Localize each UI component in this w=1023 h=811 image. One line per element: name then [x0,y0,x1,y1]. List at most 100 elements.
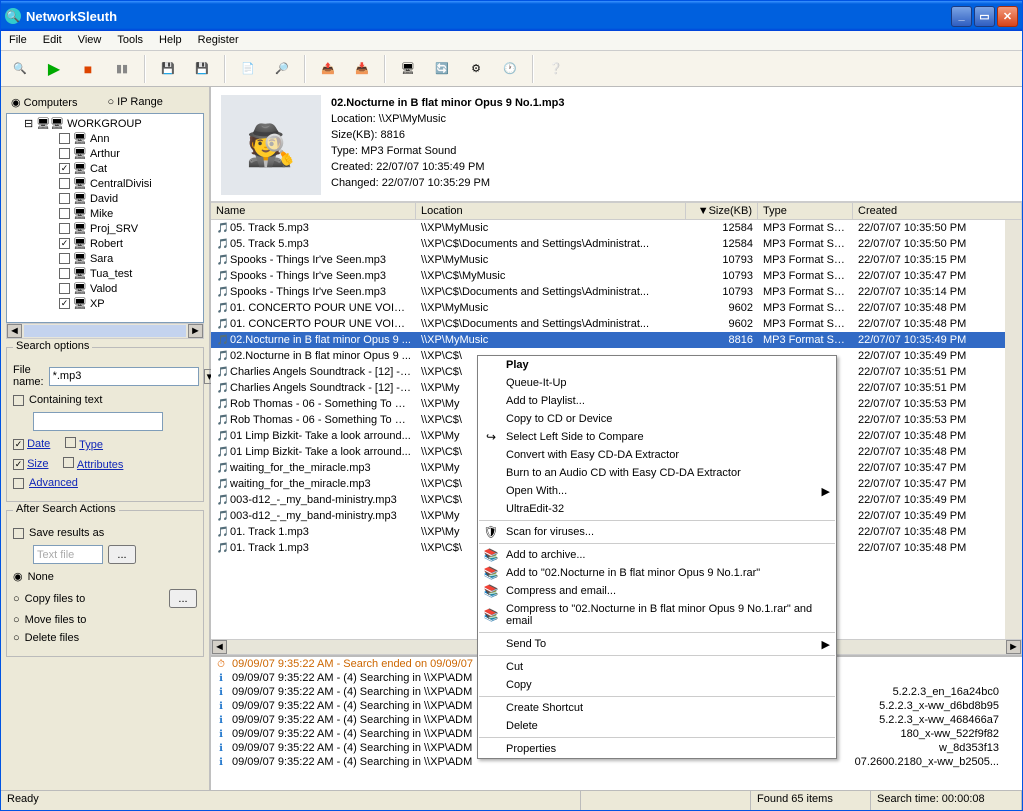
context-item[interactable]: 📚Add to archive... [478,546,836,564]
menu-help[interactable]: Help [151,31,190,50]
tree-item[interactable]: 🖥 Arthur [9,146,201,161]
search-icon[interactable]: 🔍 [6,55,34,83]
context-item[interactable]: 🛡Scan for viruses... [478,523,836,541]
tree-root[interactable]: WORKGROUP [67,118,142,130]
attributes-checkbox[interactable] [63,457,74,468]
context-item[interactable]: 📚Add to "02.Nocturne in B flat minor Opu… [478,564,836,582]
document-icon[interactable]: 📄 [234,55,262,83]
context-item[interactable]: ↪Select Left Side to Compare [478,428,836,446]
date-checkbox[interactable]: ✓ [13,439,24,450]
context-item[interactable]: Create Shortcut [478,699,836,717]
import-icon[interactable]: 📥 [348,55,376,83]
menu-view[interactable]: View [70,31,110,50]
col-location[interactable]: Location [416,203,686,219]
advanced-checkbox[interactable] [13,478,24,489]
containing-input[interactable] [33,412,163,431]
save-results-checkbox[interactable] [13,528,24,539]
size-checkbox[interactable]: ✓ [13,459,24,470]
table-row[interactable]: 🎵01. CONCERTO POUR UNE VOIX.mp3\\XP\MyMu… [211,300,1022,316]
save-report-icon[interactable]: 💾 [188,55,216,83]
context-item[interactable]: Play [478,356,836,374]
context-item[interactable]: UltraEdit-32 [478,500,836,518]
tree-item[interactable]: ✓ 🖥 Cat [9,161,201,176]
browse-copy-button[interactable]: ... [169,589,197,608]
tree-item[interactable]: 🖥 Tua_test [9,266,201,281]
radio-move[interactable]: ○ [13,614,20,626]
table-row[interactable]: 🎵05. Track 5.mp3\\XP\MyMusic12584MP3 For… [211,220,1022,236]
context-item[interactable]: Delete [478,717,836,735]
list-vscroll[interactable] [1005,220,1022,639]
close-button[interactable]: ✕ [997,6,1018,27]
table-row[interactable]: 🎵05. Track 5.mp3\\XP\C$\Documents and Se… [211,236,1022,252]
search-options-title: Search options [13,340,92,352]
context-item[interactable]: Open With...▶ [478,482,836,500]
status-found: Found 65 items [751,791,871,810]
menu-edit[interactable]: Edit [35,31,70,50]
type-link[interactable]: Type [79,439,103,451]
radio-none[interactable]: ◉ [13,570,23,583]
radio-iprange[interactable]: ○ IP Range [107,96,162,109]
col-type[interactable]: Type [758,203,853,219]
type-checkbox[interactable] [65,437,76,448]
table-row[interactable]: 🎵Spooks - Things Ir've Seen.mp3\\XP\C$\D… [211,284,1022,300]
toolbar: 🔍 ▶ ■ ▮▮ 💾 💾 📄 🔎 📤 📥 🖥 🔄 ⚙ 🕐 ❔ [1,51,1022,87]
tree-item[interactable]: 🖥 CentralDivisi [9,176,201,191]
attributes-link[interactable]: Attributes [77,459,123,471]
radio-copy[interactable]: ○ [13,593,20,605]
tree-item[interactable]: 🖥 Mike [9,206,201,221]
tree-item[interactable]: ✓ 🖥 XP [9,296,201,311]
menu-file[interactable]: File [1,31,35,50]
context-item[interactable]: 📚Compress and email... [478,582,836,600]
export-icon[interactable]: 📤 [314,55,342,83]
servers-icon[interactable]: 🖥 [394,55,422,83]
tree-hscroll[interactable]: ◄► [6,323,204,339]
tree-item[interactable]: 🖥 Valod [9,281,201,296]
maximize-button[interactable]: ▭ [974,6,995,27]
menu-register[interactable]: Register [190,31,247,50]
minimize-button[interactable]: _ [951,6,972,27]
col-name[interactable]: Name [211,203,416,219]
radio-delete[interactable]: ○ [13,632,20,644]
context-item[interactable]: Send To▶ [478,635,836,653]
save-format-select [33,545,103,564]
browse-button[interactable]: ... [108,545,136,564]
containing-checkbox[interactable] [13,395,24,406]
menu-tools[interactable]: Tools [109,31,151,50]
settings-icon[interactable]: ⚙ [462,55,490,83]
col-created[interactable]: Created [853,203,1022,219]
size-link[interactable]: Size [27,458,48,470]
context-item[interactable]: Convert with Easy CD-DA Extractor [478,446,836,464]
context-item[interactable]: Properties [478,740,836,758]
tree-item[interactable]: 🖥 Sara [9,251,201,266]
context-item[interactable]: 📚Compress to "02.Nocturne in B flat mino… [478,600,836,630]
detail-filename: 02.Nocturne in B flat minor Opus 9 No.1.… [331,97,564,109]
table-row[interactable]: 🎵02.Nocturne in B flat minor Opus 9 ...\… [211,332,1022,348]
play-icon[interactable]: ▶ [40,55,68,83]
date-link[interactable]: Date [27,438,50,450]
col-size[interactable]: ▼ Size(KB) [686,203,758,219]
context-item[interactable]: Cut [478,658,836,676]
schedule-icon[interactable]: 🕐 [496,55,524,83]
context-item[interactable]: Copy [478,676,836,694]
tree-item[interactable]: 🖥 Proj_SRV [9,221,201,236]
table-row[interactable]: 🎵01. CONCERTO POUR UNE VOIX.mp3\\XP\C$\D… [211,316,1022,332]
help-icon[interactable]: ❔ [542,55,570,83]
context-item[interactable]: Copy to CD or Device [478,410,836,428]
filename-input[interactable] [49,367,199,386]
context-item[interactable]: Queue-It-Up [478,374,836,392]
context-item[interactable]: Add to Playlist... [478,392,836,410]
tree-item[interactable]: ✓ 🖥 Robert [9,236,201,251]
computers-tree[interactable]: ⊟ 🖥🖥 WORKGROUP 🖥 Ann 🖥 Arthur✓ 🖥 Cat 🖥 C… [6,113,204,323]
save-icon[interactable]: 💾 [154,55,182,83]
pause-icon[interactable]: ▮▮ [108,55,136,83]
stop-icon[interactable]: ■ [74,55,102,83]
table-row[interactable]: 🎵Spooks - Things Ir've Seen.mp3\\XP\MyMu… [211,252,1022,268]
tree-item[interactable]: 🖥 Ann [9,131,201,146]
refresh-servers-icon[interactable]: 🔄 [428,55,456,83]
table-row[interactable]: 🎵Spooks - Things Ir've Seen.mp3\\XP\C$\M… [211,268,1022,284]
find-icon[interactable]: 🔎 [268,55,296,83]
radio-computers[interactable]: ◉ Computers [11,96,77,109]
advanced-link[interactable]: Advanced [29,477,78,489]
tree-item[interactable]: 🖥 David [9,191,201,206]
context-item[interactable]: Burn to an Audio CD with Easy CD-DA Extr… [478,464,836,482]
